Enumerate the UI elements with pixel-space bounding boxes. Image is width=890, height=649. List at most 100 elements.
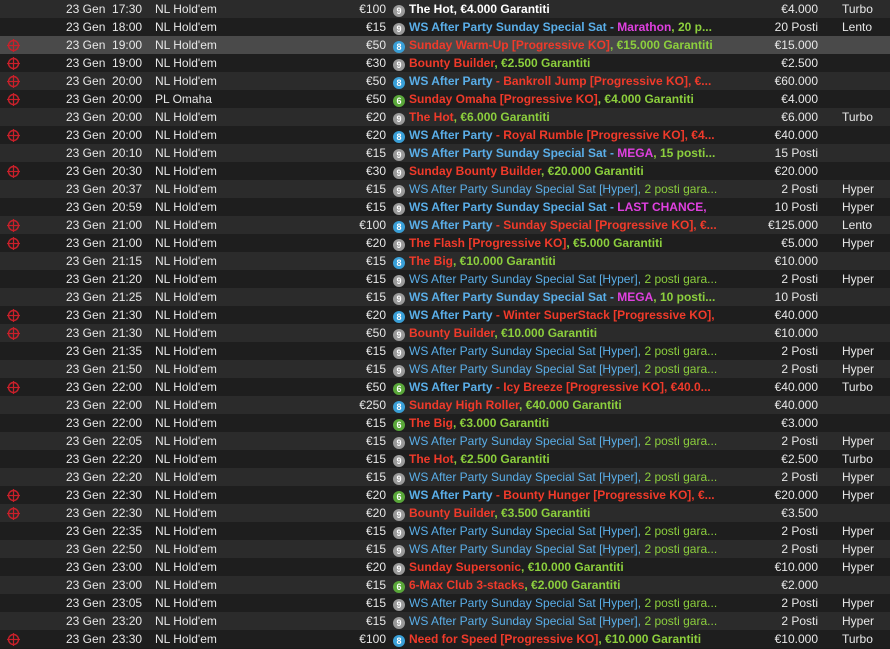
tournament-name[interactable]: 9 The Hot, €4.000 Garantiti (393, 0, 718, 18)
tournament-name[interactable]: 9 WS After Party Sunday Special Sat [Hype… (393, 180, 718, 198)
prize-pool: 2 Posti (781, 272, 818, 286)
speed: Hyper (842, 272, 875, 286)
table-row[interactable]: 23 Gen 21:30 NL Hold'em €50 9 Bounty Builder… (0, 324, 890, 342)
tournament-name[interactable]: 9 WS After Party Sunday Special Sat [Hype… (393, 270, 718, 288)
tournament-name[interactable]: 9 WS After Party Sunday Special Sat - LAS… (393, 198, 718, 216)
table-size-badge: 9 (393, 437, 405, 449)
table-row[interactable]: 23 Gen 21:30 NL Hold'em €20 8 WS After Party… (0, 306, 890, 324)
tournament-name[interactable]: 9 The Hot, €2.500 Garantiti (393, 450, 718, 468)
tournament-name[interactable]: 9 The Flash [Progressive KO], €5.000 Gara… (393, 234, 718, 252)
start-datetime: 23 Gen 20:00 (66, 90, 142, 108)
tournament-name[interactable]: 6 6-Max Club 3-stacks, €2.000 Garantiti (393, 576, 718, 594)
tournament-name[interactable]: 9 WS After Party Sunday Special Sat - MEG… (393, 144, 718, 162)
table-row[interactable]: 23 Gen 22:35 NL Hold'em €15 9 WS After Party… (0, 522, 890, 540)
table-row[interactable]: 23 Gen 22:50 NL Hold'em €15 9 WS After Party… (0, 540, 890, 558)
tournament-name[interactable]: 9 WS After Party Sunday Special Sat [Hype… (393, 468, 718, 486)
table-size-badge: 9 (393, 23, 405, 35)
progressive-ko-cell (7, 324, 23, 342)
table-row[interactable]: 23 Gen 18:00 NL Hold'em €15 9 WS After Party… (0, 18, 890, 36)
table-row[interactable]: 23 Gen 21:00 NL Hold'em €20 9 The Flash [Pro… (0, 234, 890, 252)
table-row[interactable]: 23 Gen 23:00 NL Hold'em €20 9 Sunday Superso… (0, 558, 890, 576)
table-row[interactable]: 23 Gen 20:30 NL Hold'em €30 9 Sunday Bounty … (0, 162, 890, 180)
table-row[interactable]: 23 Gen 22:20 NL Hold'em €15 9 The Hot, €2.50… (0, 450, 890, 468)
table-row[interactable]: 23 Gen 23:00 NL Hold'em €15 6 6-Max Club 3-s… (0, 576, 890, 594)
progressive-ko-cell (7, 126, 23, 144)
start-date: 23 Gen (66, 272, 106, 286)
tournament-name[interactable]: 8 Sunday Warm-Up [Progressive KO], €15.00… (393, 36, 718, 54)
table-row[interactable]: 23 Gen 19:00 NL Hold'em €50 8 Sunday Warm-Up… (0, 36, 890, 54)
tournament-name[interactable]: 8 The Big, €10.000 Garantiti (393, 252, 718, 270)
start-time: 18:00 (112, 20, 143, 34)
table-row[interactable]: 23 Gen 22:05 NL Hold'em €15 9 WS After Party… (0, 432, 890, 450)
table-row[interactable]: 23 Gen 21:35 NL Hold'em €15 9 WS After Party… (0, 342, 890, 360)
tournament-name[interactable]: 9 Bounty Builder, €10.000 Garantiti (393, 324, 718, 342)
prize-pool: 10 Posti (774, 290, 818, 304)
buy-in: €30 (365, 164, 386, 178)
tournament-name[interactable]: 6 The Big, €3.000 Garantiti (393, 414, 718, 432)
buy-in: €50 (365, 74, 386, 88)
start-date: 23 Gen (66, 434, 106, 448)
table-row[interactable]: 23 Gen 21:50 NL Hold'em €15 9 WS After Party… (0, 360, 890, 378)
tournament-name[interactable]: 9 WS After Party Sunday Special Sat [Hype… (393, 612, 718, 630)
tournament-name[interactable]: 9 WS After Party Sunday Special Sat [Hype… (393, 522, 718, 540)
table-row[interactable]: 23 Gen 23:05 NL Hold'em €15 9 WS After Party… (0, 594, 890, 612)
table-row[interactable]: 23 Gen 20:00 NL Hold'em €20 8 WS After Party… (0, 126, 890, 144)
name-segment: 2 posti gara... (644, 614, 718, 628)
start-datetime: 23 Gen 21:30 (66, 324, 142, 342)
table-row[interactable]: 23 Gen 20:59 NL Hold'em €15 9 WS After Party… (0, 198, 890, 216)
start-date: 23 Gen (66, 488, 106, 502)
tournament-name[interactable]: 9 WS After Party Sunday Special Sat - Mar… (393, 18, 718, 36)
tournament-name[interactable]: 9 WS After Party Sunday Special Sat [Hype… (393, 342, 718, 360)
table-row[interactable]: 23 Gen 20:00 NL Hold'em €50 8 WS After Party… (0, 72, 890, 90)
table-row[interactable]: 23 Gen 20:37 NL Hold'em €15 9 WS After Party… (0, 180, 890, 198)
table-row[interactable]: 23 Gen 23:30 NL Hold'em €100 8 Need for Spee… (0, 630, 890, 648)
start-time: 20:00 (112, 128, 143, 142)
table-row[interactable]: 23 Gen 22:30 NL Hold'em €20 9 Bounty Builder… (0, 504, 890, 522)
tournament-name[interactable]: 9 WS After Party Sunday Special Sat - MEG… (393, 288, 718, 306)
tournament-name[interactable]: 9 The Hot, €6.000 Garantiti (393, 108, 718, 126)
tournament-name[interactable]: 9 Sunday Supersonic, €10.000 Garantiti (393, 558, 718, 576)
buy-in: €20 (365, 236, 386, 250)
name-segment: WS After Party Sunday Special Sat [Hyper… (409, 272, 645, 286)
table-row[interactable]: 23 Gen 21:15 NL Hold'em €15 8 The Big, €10.0… (0, 252, 890, 270)
tournament-name[interactable]: 9 Bounty Builder, €3.500 Garantiti (393, 504, 718, 522)
table-row[interactable]: 23 Gen 21:25 NL Hold'em €15 9 WS After Party… (0, 288, 890, 306)
start-time: 21:15 (112, 254, 143, 268)
tournament-name[interactable]: 9 WS After Party Sunday Special Sat [Hype… (393, 540, 718, 558)
table-row[interactable]: 23 Gen 22:00 NL Hold'em €250 8 Sunday High R… (0, 396, 890, 414)
table-row[interactable]: 23 Gen 20:00 PL Omaha €50 6 Sunday Omaha [Pr… (0, 90, 890, 108)
tournament-name[interactable]: 9 WS After Party Sunday Special Sat [Hype… (393, 432, 718, 450)
crosshair-icon (7, 633, 20, 646)
start-datetime: 23 Gen 21:50 (66, 360, 142, 378)
tournament-name[interactable]: 6 Sunday Omaha [Progressive KO], €4.000 G… (393, 90, 718, 108)
table-size-badge: 9 (393, 347, 405, 359)
speed: Hyper (842, 470, 875, 484)
tournament-name[interactable]: 8 WS After Party - Bankroll Jump [Progres… (393, 72, 718, 90)
table-row[interactable]: 23 Gen 22:30 NL Hold'em €20 6 WS After Party… (0, 486, 890, 504)
table-row[interactable]: 23 Gen 20:00 NL Hold'em €20 9 The Hot, €6.00… (0, 108, 890, 126)
table-row[interactable]: 23 Gen 21:20 NL Hold'em €15 9 WS After Party… (0, 270, 890, 288)
table-row[interactable]: 23 Gen 22:00 NL Hold'em €50 6 WS After Party… (0, 378, 890, 396)
speed: Lento (842, 20, 873, 34)
tournament-name[interactable]: 9 WS After Party Sunday Special Sat [Hype… (393, 594, 718, 612)
tournament-name[interactable]: 9 Sunday Bounty Builder, €20.000 Garantit… (393, 162, 718, 180)
tournament-name[interactable]: 8 WS After Party - Royal Rumble [Progress… (393, 126, 718, 144)
tournament-name[interactable]: 6 WS After Party - Bounty Hunger [Progres… (393, 486, 718, 504)
tournament-name[interactable]: 8 Sunday High Roller, €40.000 Garantiti (393, 396, 718, 414)
tournament-name[interactable]: 8 Need for Speed [Progressive KO], €10.00… (393, 630, 718, 648)
tournament-name[interactable]: 8 WS After Party - Winter SuperStack [Pro… (393, 306, 718, 324)
table-row[interactable]: 23 Gen 22:20 NL Hold'em €15 9 WS After Party… (0, 468, 890, 486)
table-row[interactable]: 23 Gen 21:00 NL Hold'em €100 8 WS After Part… (0, 216, 890, 234)
tournament-name[interactable]: 6 WS After Party - Icy Breeze [Progressiv… (393, 378, 718, 396)
tournament-name[interactable]: 8 WS After Party - Sunday Special [Progre… (393, 216, 718, 234)
table-size-badge: 9 (393, 563, 405, 575)
table-row[interactable]: 23 Gen 23:20 NL Hold'em €15 9 WS After Party… (0, 612, 890, 630)
tournament-name[interactable]: 9 Bounty Builder, €2.500 Garantiti (393, 54, 718, 72)
table-row[interactable]: 23 Gen 22:00 NL Hold'em €15 6 The Big, €3.00… (0, 414, 890, 432)
table-row[interactable]: 23 Gen 17:30 NL Hold'em €100 9 The Hot, €4.0… (0, 0, 890, 18)
prize-pool: 2 Posti (781, 434, 818, 448)
table-row[interactable]: 23 Gen 19:00 NL Hold'em €30 9 Bounty Builder… (0, 54, 890, 72)
name-segment: WS After Party Sunday Special Sat [Hyper… (409, 596, 645, 610)
table-row[interactable]: 23 Gen 20:10 NL Hold'em €15 9 WS After Party… (0, 144, 890, 162)
tournament-name[interactable]: 9 WS After Party Sunday Special Sat [Hype… (393, 360, 718, 378)
